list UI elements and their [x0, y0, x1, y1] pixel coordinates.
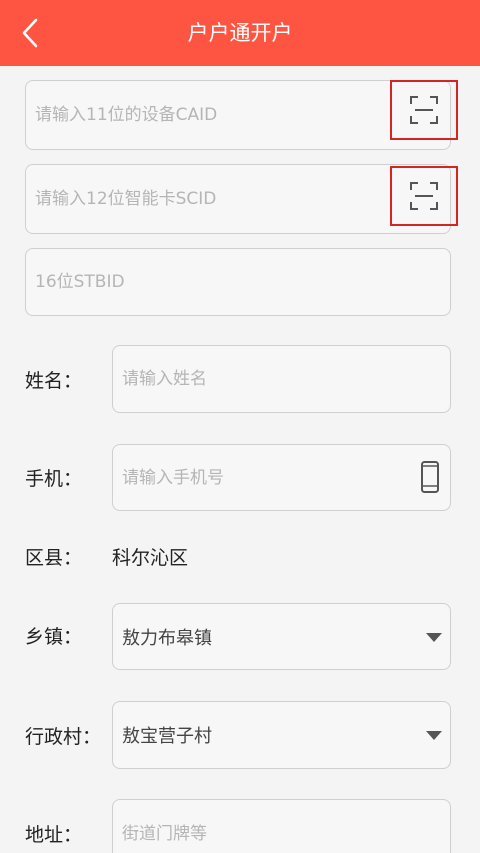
township-selected-value: 敖力布皋镇 — [122, 627, 212, 649]
chevron-left-icon — [22, 18, 38, 48]
township-label: 乡镇： — [25, 626, 83, 648]
caret-down-icon — [426, 731, 442, 740]
phone-label: 手机： — [25, 468, 83, 490]
address-label: 地址： — [25, 824, 83, 846]
address-input[interactable] — [113, 800, 450, 853]
district-label: 区县： — [25, 547, 83, 569]
name-field-container — [112, 345, 451, 413]
scid-field-container — [25, 164, 451, 234]
scan-scid-button[interactable] — [390, 166, 458, 226]
village-selected-value: 敖宝营子村 — [122, 726, 212, 747]
phone-input[interactable] — [113, 445, 450, 510]
caid-field-container — [25, 80, 451, 150]
scan-frame-icon — [410, 96, 438, 124]
scid-input[interactable] — [26, 165, 450, 233]
name-label: 姓名： — [25, 370, 83, 392]
scan-frame-icon — [410, 182, 438, 210]
district-value: 科尔沁区 — [112, 547, 189, 569]
scan-caid-button[interactable] — [390, 80, 458, 140]
village-select[interactable]: 敖宝营子村 — [112, 701, 451, 769]
page-title: 户户通开户 — [187, 21, 293, 45]
mobile-phone-icon[interactable] — [421, 461, 439, 493]
caid-input[interactable] — [26, 81, 450, 149]
township-select[interactable]: 敖力布皋镇 — [112, 603, 451, 670]
village-label: 行政村： — [25, 726, 102, 748]
caret-down-icon — [426, 632, 442, 642]
top-app-bar: 户户通开户 — [0, 0, 480, 66]
name-input[interactable] — [113, 346, 450, 412]
stbid-field-container — [25, 248, 451, 316]
back-button[interactable] — [10, 13, 50, 53]
phone-field-container — [112, 444, 451, 511]
address-field-container — [112, 799, 451, 853]
stbid-input[interactable] — [26, 249, 450, 315]
